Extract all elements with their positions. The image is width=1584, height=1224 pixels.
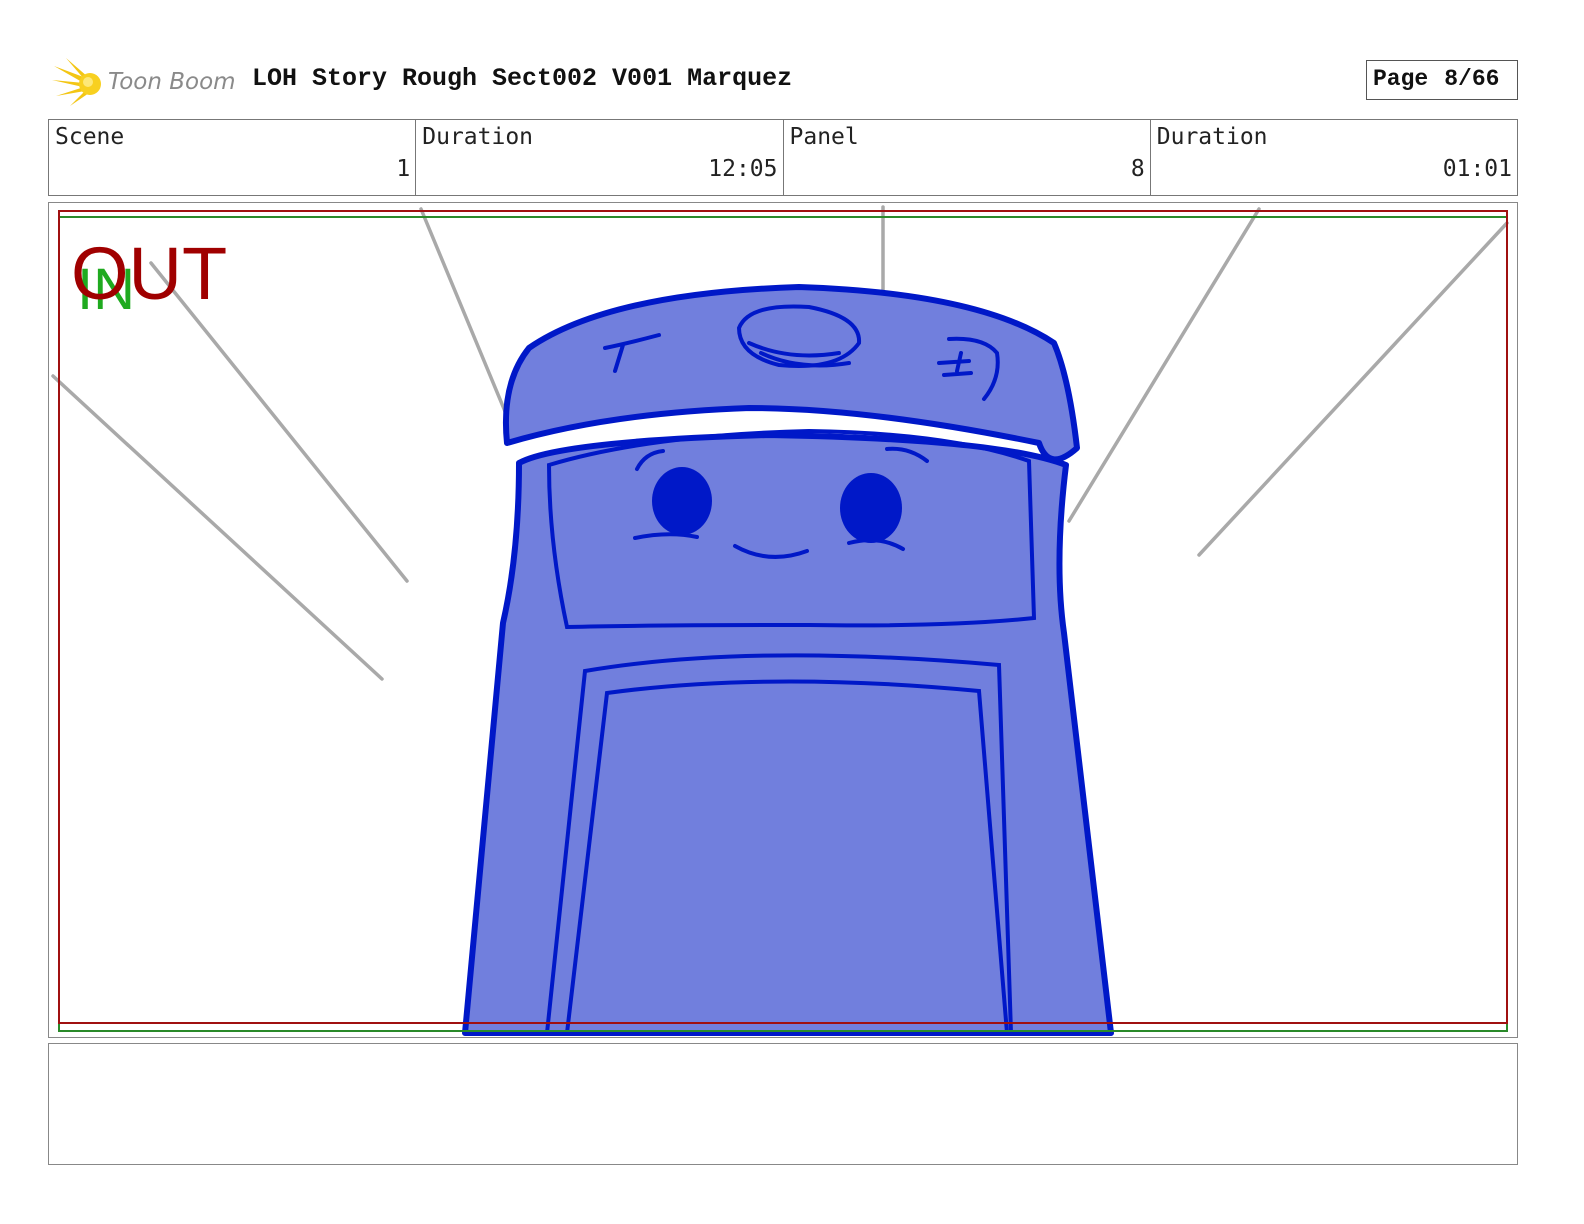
panel-info-table: Scene 1 Duration 12:05 Panel 8 Duration …	[48, 119, 1518, 196]
panel-duration-cell: Duration 01:01	[1149, 120, 1517, 195]
panel-drawing: IN OUT	[51, 205, 1509, 1036]
scene-duration-value: 12:05	[708, 156, 778, 182]
page-header: Toon Boom LOH Story Rough Sect002 V001 M…	[48, 52, 1518, 108]
panel-duration-value: 01:01	[1442, 156, 1512, 182]
scene-cell: Scene 1	[49, 120, 415, 195]
panel-duration-label: Duration	[1156, 124, 1268, 150]
scene-duration-label: Duration	[422, 124, 534, 150]
character-drawing	[462, 284, 1114, 1036]
page-number: 8/66	[1444, 66, 1500, 92]
storyboard-panel: IN OUT	[48, 202, 1518, 1038]
page-indicator: Page 8/66	[1366, 60, 1518, 100]
scene-label: Scene	[55, 124, 125, 150]
panel-value: 8	[1130, 156, 1145, 182]
character-body	[462, 432, 1114, 1036]
eye-left	[652, 467, 712, 535]
scene-value: 1	[396, 156, 411, 182]
starburst-icon	[52, 58, 101, 106]
panel-cell: Panel 8	[782, 120, 1150, 195]
toon-boom-logo: Toon Boom	[52, 56, 242, 108]
out-marker: OUT	[71, 232, 227, 315]
scene-duration-cell: Duration 12:05	[415, 120, 782, 195]
page-label: Page	[1373, 66, 1429, 92]
document-title: LOH Story Rough Sect002 V001 Marquez	[252, 64, 793, 93]
notes-box	[48, 1043, 1518, 1165]
logo-text: Toon Boom	[108, 69, 236, 95]
panel-label: Panel	[789, 124, 859, 150]
eye-right	[840, 473, 902, 543]
